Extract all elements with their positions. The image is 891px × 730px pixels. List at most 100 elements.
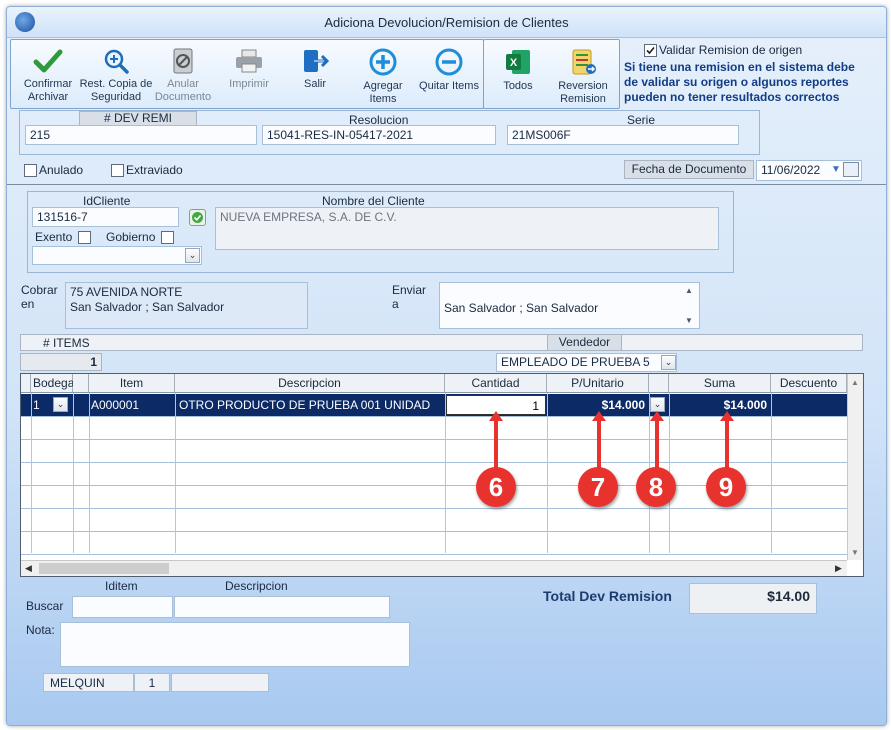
col-punitario[interactable]: P/Unitario	[547, 374, 649, 393]
all-excel-button[interactable]: X Todos	[488, 48, 548, 93]
dev-remi-field[interactable]: 215	[25, 125, 257, 145]
search-descripcion-input[interactable]	[174, 596, 390, 618]
grid-line	[89, 393, 90, 553]
vendedor-select[interactable]: EMPLEADO DE PRUEBA 5 ⌄	[496, 353, 677, 372]
cell-bodega[interactable]: 1	[33, 394, 53, 416]
reversal-icon	[572, 49, 596, 75]
scroll-down-icon[interactable]: ▼	[685, 316, 693, 325]
exento-checkbox[interactable]	[78, 231, 91, 244]
check-mark-icon	[646, 46, 655, 55]
reversal-button[interactable]: Reversion Remision	[550, 48, 616, 106]
serie-field[interactable]: 21MS006F	[507, 125, 739, 145]
col-descripcion[interactable]: Descripcion	[175, 374, 445, 393]
validate-origin-checkbox[interactable]	[644, 44, 657, 57]
chevron-down-icon[interactable]: ⌄	[53, 397, 68, 412]
enviar-address-field[interactable]: San Salvador ; San Salvador ▲ ▼	[439, 282, 700, 329]
scroll-right-icon[interactable]: ▶	[835, 563, 842, 574]
calendar-icon[interactable]	[843, 162, 859, 177]
chevron-down-icon[interactable]: ⌄	[661, 355, 676, 370]
client-valid-check-icon[interactable]	[189, 209, 206, 226]
marker-6: 6	[476, 467, 516, 507]
marker-8: 8	[636, 467, 676, 507]
iditem-label: Iditem	[105, 579, 138, 593]
enviar-label: Enviar a	[392, 283, 427, 311]
vendedor-value: EMPLEADO DE PRUEBA 5	[501, 355, 650, 369]
toolbar-export: X Todos Reversion Remision	[483, 39, 620, 109]
row-header-corner	[21, 374, 31, 393]
total-label: Total Dev Remision	[543, 588, 672, 604]
validate-origin-label: Validar Remision de origen	[659, 43, 803, 57]
cell-item[interactable]: A000001	[91, 394, 175, 416]
scroll-up-icon[interactable]: ▲	[851, 378, 859, 387]
fecha-date-picker[interactable]: 11/06/2022 ▼	[756, 160, 862, 181]
print-button[interactable]: Imprimir	[219, 48, 279, 91]
col-suma[interactable]: Suma	[669, 374, 771, 393]
enviar-line1: San Salvador ; San Salvador	[444, 301, 599, 315]
gobierno-checkbox[interactable]	[161, 231, 174, 244]
col-price-btn	[649, 374, 669, 393]
chevron-down-icon[interactable]: ⌄	[185, 248, 200, 263]
cobrar-line2: San Salvador ; San Salvador	[70, 300, 225, 314]
status-user: MELQUIN	[43, 673, 134, 692]
col-bodega-btn	[73, 374, 89, 393]
client-type-select[interactable]: ⌄	[32, 246, 202, 265]
grid-line	[73, 393, 74, 553]
cell-suma[interactable]: $14.000	[669, 394, 769, 416]
table-row[interactable]	[21, 532, 847, 555]
cobrar-line1: 75 AVENIDA NORTE	[70, 285, 183, 299]
cell-descuento[interactable]	[771, 394, 847, 416]
grid-line	[175, 393, 176, 553]
chevron-down-icon[interactable]: ⌄	[650, 397, 665, 412]
reversal-label: Reversion Remision	[558, 80, 608, 105]
grid-line	[547, 393, 548, 553]
client-name-field[interactable]: NUEVA EMPRESA, S.A. DE C.V.	[215, 207, 719, 250]
cobrar-address-field[interactable]: 75 AVENIDA NORTE San Salvador ; San Salv…	[65, 282, 308, 329]
cobrar-label: Cobrar en	[21, 283, 58, 311]
items-bar: # ITEMS	[20, 334, 863, 351]
vertical-scrollbar[interactable]: ▲ ▼	[847, 374, 863, 560]
extraviado-label: Extraviado	[126, 163, 183, 177]
resolucion-field[interactable]: 15041-RES-IN-05417-2021	[262, 125, 496, 145]
table-row[interactable]	[21, 440, 847, 463]
scroll-down-icon[interactable]: ▼	[851, 548, 859, 557]
idcliente-field[interactable]: 131516-7	[32, 207, 179, 227]
grid-line	[771, 393, 772, 553]
svg-text:X: X	[510, 57, 518, 69]
excel-icon: X	[506, 50, 530, 74]
scroll-up-icon[interactable]: ▲	[685, 286, 693, 295]
search-descripcion-label: Descripcion	[225, 579, 288, 593]
items-count: 1	[20, 353, 102, 371]
confirm-button[interactable]: Confirmar Archivar	[15, 48, 81, 104]
marker-arrow	[725, 420, 729, 471]
gobierno-label: Gobierno	[106, 230, 156, 244]
void-document-button[interactable]: Anular Documento	[151, 48, 215, 104]
buscar-label: Buscar	[26, 599, 64, 613]
restore-backup-button[interactable]: Rest. Copia de Seguridad	[79, 48, 153, 104]
extraviado-checkbox[interactable]	[111, 164, 124, 177]
add-items-button[interactable]: Agregar Items	[351, 48, 415, 106]
scroll-left-icon[interactable]: ◀	[25, 563, 32, 574]
void-document-icon	[173, 48, 193, 74]
col-item[interactable]: Item	[89, 374, 175, 393]
nota-textarea[interactable]	[60, 622, 410, 667]
total-value: $14.00	[689, 583, 817, 614]
cell-descripcion[interactable]: OTRO PRODUCTO DE PRUEBA 001 UNIDAD	[179, 394, 445, 416]
chevron-down-icon[interactable]: ▼	[831, 164, 841, 175]
status-number: 1	[134, 673, 170, 692]
col-descuento[interactable]: Descuento	[771, 374, 847, 393]
exit-button[interactable]: Salir	[283, 48, 347, 91]
col-cantidad[interactable]: Cantidad	[445, 374, 547, 393]
restore-label: Rest. Copia de Seguridad	[79, 78, 153, 103]
search-iditem-input[interactable]	[72, 596, 173, 618]
horizontal-scrollbar[interactable]: ◀ ▶	[21, 560, 847, 576]
table-row[interactable]	[21, 509, 847, 532]
items-label: # ITEMS	[43, 336, 90, 350]
col-bodega[interactable]: Bodega	[31, 374, 74, 393]
remove-items-button[interactable]: Quitar Items	[419, 48, 479, 93]
remove-items-label: Quitar Items	[419, 80, 479, 92]
exit-label: Salir	[303, 78, 326, 90]
marker-7: 7	[578, 467, 618, 507]
anulado-checkbox[interactable]	[24, 164, 37, 177]
scroll-thumb[interactable]	[39, 563, 169, 574]
marker-9: 9	[706, 467, 746, 507]
